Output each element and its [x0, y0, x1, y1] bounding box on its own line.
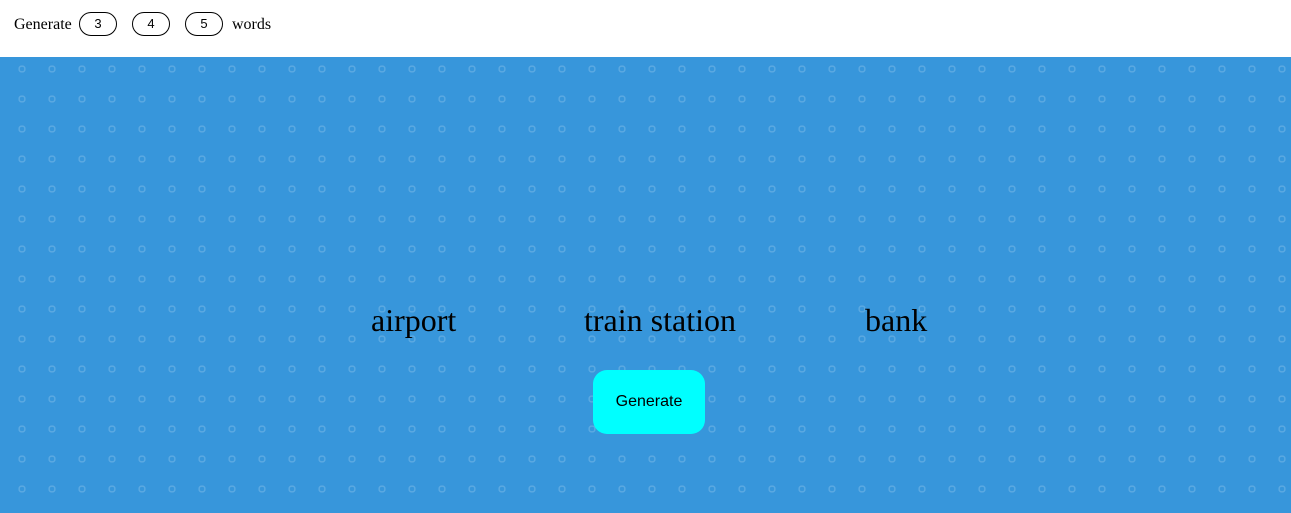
generated-word-2: train station: [584, 302, 736, 338]
count-3-button[interactable]: 3: [79, 12, 117, 36]
generate-label: Generate: [14, 16, 72, 33]
word-display-area: airport train station bank Generate: [0, 57, 1291, 513]
generate-button[interactable]: Generate: [593, 370, 705, 434]
top-bar: Generate 3 4 5 words: [0, 0, 1291, 57]
words-label: words: [232, 16, 272, 33]
count-4-button[interactable]: 4: [132, 12, 170, 36]
generated-word-1: airport: [371, 302, 457, 338]
generated-word-3: bank: [865, 302, 928, 338]
count-5-button[interactable]: 5: [185, 12, 223, 36]
